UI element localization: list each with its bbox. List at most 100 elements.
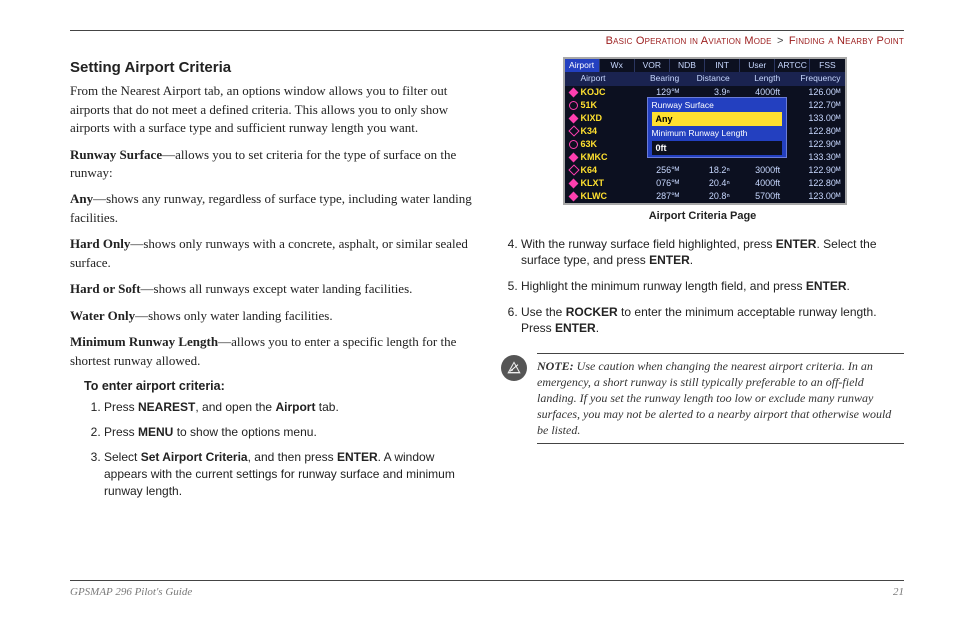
kw-enter: ENTER [806, 279, 847, 293]
airport-symbol-icon [567, 180, 581, 187]
option-water-only: Water Only—shows only water landing faci… [70, 307, 473, 325]
kw-enter: ENTER [649, 253, 690, 267]
breadcrumb-sep: > [777, 35, 784, 47]
breadcrumb-section: Basic Operation in Aviation Mode [606, 35, 772, 47]
breadcrumb-subsection: Finding a Nearby Point [789, 35, 904, 47]
frequency-value: 133.00ᴹ [786, 112, 842, 124]
popup-field-minlen: 0ft [652, 141, 782, 155]
top-rule [70, 30, 904, 31]
tab-int: INT [705, 59, 740, 72]
kw-enter: ENTER [776, 237, 817, 251]
airport-symbol-icon [567, 154, 581, 161]
airport-symbol-icon [567, 127, 581, 135]
t: to show the options menu. [173, 425, 316, 439]
airport-id: KLXT [581, 177, 635, 189]
hdr-distance: Distance [685, 73, 735, 84]
kw-airport: Airport [275, 400, 315, 414]
left-column: Setting Airport Criteria From the Neares… [70, 57, 473, 552]
criteria-popup: Runway Surface Any Minimum Runway Length… [647, 97, 787, 158]
note-block: NOTE: Use caution when changing the near… [501, 353, 904, 444]
table-row: KLXT076°ᴹ20.4ⁿ4000ft122.80ᴹ [565, 177, 845, 190]
popup-field-surface: Any [652, 112, 782, 126]
term-hard-only: Hard Only [70, 236, 130, 251]
t: . [596, 321, 599, 335]
t: Press [104, 400, 138, 414]
t: tab. [315, 400, 338, 414]
airport-symbol-icon [567, 89, 581, 96]
term-any: Any [70, 191, 93, 206]
t: , and then press [248, 450, 337, 464]
popup-label-surface: Runway Surface [652, 100, 782, 111]
option-any: Any—shows any runway, regardless of surf… [70, 190, 473, 227]
note-label: NOTE: [537, 359, 574, 373]
hdr-length: Length [736, 73, 786, 84]
frequency-value: 122.80ᴹ [786, 125, 842, 137]
frequency-value: 122.90ᴹ [786, 164, 842, 176]
runway-surface-para: Runway Surface—allows you to set criteri… [70, 146, 473, 183]
t: . [690, 253, 693, 267]
frequency-value: 122.70ᴹ [786, 99, 842, 111]
step-6: Use the ROCKER to enter the minimum acce… [521, 304, 904, 336]
procedure-heading: To enter airport criteria: [84, 378, 473, 396]
t: Select [104, 450, 141, 464]
airport-symbol-icon [567, 101, 581, 110]
distance-value: 20.4ⁿ [685, 177, 735, 189]
length-value: 3000ft [736, 164, 786, 176]
kw-enter: ENTER [555, 321, 596, 335]
device-tabs: Airport Wx VOR NDB INT User ARTCC FSS [565, 59, 845, 72]
airport-symbol-icon [567, 166, 581, 174]
airport-symbol-icon [567, 115, 581, 122]
distance-value: 18.2ⁿ [685, 164, 735, 176]
tab-fss: FSS [810, 59, 844, 72]
section-heading: Setting Airport Criteria [70, 57, 473, 78]
tab-wx: Wx [600, 59, 635, 72]
frequency-value: 126.00ᴹ [786, 86, 842, 98]
tab-vor: VOR [635, 59, 670, 72]
option-hard-only: Hard Only—shows only runways with a conc… [70, 235, 473, 272]
kw-set-airport-criteria: Set Airport Criteria [141, 450, 248, 464]
desc-any: —shows any runway, regardless of surface… [70, 191, 472, 224]
airport-symbol-icon [567, 193, 581, 200]
table-row: KLWC287°ᴹ20.8ⁿ5700ft123.00ᴹ [565, 190, 845, 203]
page-footer: GPSMAP 296 Pilot's Guide 21 [70, 580, 904, 600]
term-water-only: Water Only [70, 308, 135, 323]
airport-id: KLWC [581, 190, 635, 202]
step-3: Select Set Airport Criteria, and then pr… [104, 449, 473, 500]
steps-list-right: With the runway surface field highlighte… [501, 236, 904, 347]
device-wrap: Airport Wx VOR NDB INT User ARTCC FSS Ai… [563, 57, 843, 209]
airport-symbol-icon [567, 140, 581, 149]
t: Use the [521, 305, 566, 319]
airport-id: KOJC [581, 86, 635, 98]
t: Press [104, 425, 138, 439]
airport-id: K64 [581, 164, 635, 176]
step-2: Press MENU to show the options menu. [104, 424, 473, 441]
table-row: K64256°ᴹ18.2ⁿ3000ft122.90ᴹ [565, 164, 845, 177]
bearing-value: 287°ᴹ [635, 190, 685, 202]
frequency-value: 122.90ᴹ [786, 138, 842, 150]
step-1: Press NEAREST, and open the Airport tab. [104, 399, 473, 416]
hdr-freq: Frequency [786, 73, 842, 84]
airport-id: 63K [581, 138, 635, 150]
page: Basic Operation in Aviation Mode > Findi… [0, 0, 954, 618]
term-runway-surface: Runway Surface [70, 147, 162, 162]
footer-page: 21 [893, 585, 904, 600]
device-caption: Airport Criteria Page [501, 209, 904, 224]
frequency-value: 133.30ᴹ [786, 151, 842, 163]
t: , and open the [195, 400, 275, 414]
device-headers: Airport Bearing Distance Length Frequenc… [565, 72, 845, 85]
kw-menu: MENU [138, 425, 173, 439]
term-min-runway: Minimum Runway Length [70, 334, 218, 349]
intro-paragraph: From the Nearest Airport tab, an options… [70, 82, 473, 137]
tab-user: User [740, 59, 775, 72]
airport-id: KMKC [581, 151, 635, 163]
hdr-bearing: Bearing [635, 73, 685, 84]
step-4: With the runway surface field highlighte… [521, 236, 904, 268]
term-hard-soft: Hard or Soft [70, 281, 141, 296]
right-column: Airport Wx VOR NDB INT User ARTCC FSS Ai… [501, 57, 904, 552]
kw-enter: ENTER [337, 450, 378, 464]
tab-artcc: ARTCC [775, 59, 810, 72]
columns: Setting Airport Criteria From the Neares… [70, 57, 904, 552]
distance-value: 20.8ⁿ [685, 190, 735, 202]
min-runway-para: Minimum Runway Length—allows you to ente… [70, 333, 473, 370]
airport-id: 51K [581, 99, 635, 111]
